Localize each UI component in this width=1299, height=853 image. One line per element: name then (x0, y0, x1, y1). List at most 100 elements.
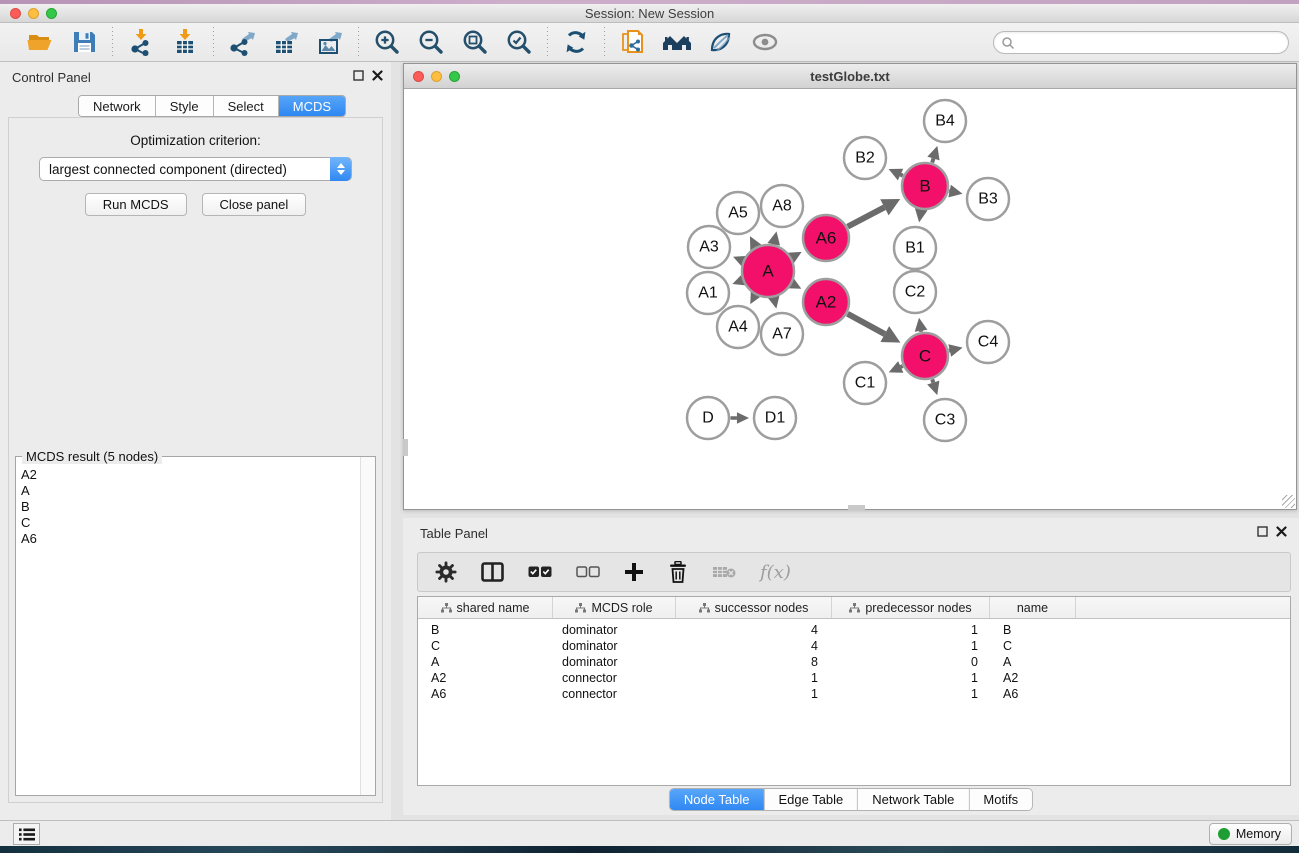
memory-button[interactable]: Memory (1209, 823, 1292, 845)
close-panel-icon[interactable] (1276, 526, 1287, 537)
tab-node-table[interactable]: Node Table (670, 789, 765, 810)
delete-icon[interactable] (668, 561, 688, 583)
tab-select[interactable]: Select (214, 96, 279, 116)
export-table-icon[interactable] (271, 27, 301, 57)
graph-edge-arrowhead (948, 344, 962, 356)
search-field[interactable] (993, 31, 1289, 54)
table-tabs: Node Table Edge Table Network Table Moti… (669, 788, 1033, 811)
select-all-icon[interactable] (528, 566, 552, 578)
graph-node-label-D: D (702, 410, 714, 427)
run-mcds-button[interactable]: Run MCDS (85, 193, 187, 216)
resize-grip[interactable] (1282, 495, 1295, 508)
graph-edge-C-C1[interactable] (901, 366, 903, 367)
table-panel-title: Table Panel (420, 526, 488, 541)
home-icon[interactable] (662, 27, 692, 57)
graph-edge-arrowhead (737, 412, 749, 423)
save-icon[interactable] (69, 27, 99, 57)
close-panel-button[interactable]: Close panel (202, 193, 307, 216)
table-row[interactable]: C dominator 4 1 C (418, 638, 1290, 654)
show-log-button[interactable] (13, 823, 40, 845)
hide-panel-icon[interactable] (706, 27, 736, 57)
mcds-panel: Optimization criterion: largest connecte… (8, 117, 383, 803)
table-row[interactable]: B dominator 4 1 B (418, 622, 1290, 638)
graph-edge-B-B4[interactable] (932, 158, 933, 162)
graph-node-label-B1: B1 (905, 240, 925, 257)
import-table-icon[interactable] (170, 27, 200, 57)
show-panel-icon[interactable] (750, 27, 780, 57)
table-panel: Table Panel (403, 518, 1299, 815)
node-table: shared name MCDS role successor nodes (417, 596, 1291, 786)
graph-edge-B-B2[interactable] (901, 175, 903, 176)
refresh-icon[interactable] (561, 27, 591, 57)
control-panel-title: Control Panel (12, 70, 91, 85)
zoom-out-icon[interactable] (416, 27, 446, 57)
graph-node-label-A4: A4 (728, 319, 748, 336)
delete-table-icon[interactable] (712, 565, 736, 579)
tab-mcds[interactable]: MCDS (279, 96, 345, 116)
graph-node-label-A: A (762, 262, 774, 281)
list-item[interactable]: C (21, 515, 360, 531)
export-network-icon[interactable] (227, 27, 257, 57)
search-input[interactable] (1015, 34, 1288, 52)
tab-edge-table[interactable]: Edge Table (764, 789, 858, 810)
tab-network[interactable]: Network (79, 96, 156, 116)
list-item[interactable]: A6 (21, 531, 360, 547)
graph-node-label-B3: B3 (978, 191, 998, 208)
tree-icon (575, 603, 586, 613)
memory-status-icon (1218, 828, 1230, 840)
graph-edge-A6-B[interactable] (848, 207, 885, 226)
network-graph[interactable]: AA1A3A4A5A7A8A6A2BB1B2B3B4CC1C2C3C4DD1 (404, 89, 1296, 509)
table-row[interactable]: A6 connector 1 1 A6 (418, 686, 1290, 702)
table-toolbar: f(x) (417, 552, 1291, 592)
zoom-fit-icon[interactable] (460, 27, 490, 57)
dropdown-stepper-icon (330, 157, 351, 181)
add-column-icon[interactable] (624, 562, 644, 582)
unselect-all-icon[interactable] (576, 566, 600, 578)
close-panel-icon[interactable] (372, 70, 383, 81)
graph-node-label-C4: C4 (978, 334, 999, 351)
graph-node-label-D1: D1 (765, 410, 786, 427)
scrollbar[interactable] (848, 505, 865, 510)
open-folder-icon[interactable] (25, 27, 55, 57)
list-item[interactable]: A2 (21, 467, 360, 483)
graph-node-label-C1: C1 (855, 375, 876, 392)
network-canvas[interactable]: AA1A3A4A5A7A8A6A2BB1B2B3B4CC1C2C3C4DD1 (404, 89, 1296, 509)
column-header-name[interactable]: name (990, 597, 1076, 618)
tree-icon (441, 603, 452, 613)
table-row[interactable]: A2 connector 1 1 A2 (418, 670, 1290, 686)
column-header-successor-nodes[interactable]: successor nodes (676, 597, 832, 618)
tab-motifs[interactable]: Motifs (969, 789, 1032, 810)
graph-node-label-A1: A1 (698, 285, 718, 302)
open-session-icon[interactable] (618, 27, 648, 57)
graph-edge-A2-C[interactable] (848, 314, 885, 334)
tab-network-table[interactable]: Network Table (858, 789, 969, 810)
table-header-row: shared name MCDS role successor nodes (418, 597, 1290, 619)
mcds-result-box: MCDS result (5 nodes) A2 A B C A6 (15, 456, 376, 796)
zoom-selected-icon[interactable] (504, 27, 534, 57)
scrollbar[interactable] (403, 439, 408, 456)
float-panel-icon[interactable] (353, 70, 364, 81)
network-window-title: testGlobe.txt (404, 69, 1296, 84)
gear-icon[interactable] (435, 561, 457, 583)
scrollbar[interactable] (360, 457, 375, 795)
tab-style[interactable]: Style (156, 96, 214, 116)
criterion-dropdown[interactable]: largest connected component (directed) (39, 157, 352, 181)
graph-edge-C-C3[interactable] (932, 379, 933, 382)
zoom-in-icon[interactable] (372, 27, 402, 57)
list-item[interactable]: B (21, 499, 360, 515)
app-titlebar: Session: New Session (0, 4, 1299, 23)
column-header-mcds-role[interactable]: MCDS role (553, 597, 676, 618)
column-header-shared-name[interactable]: shared name (418, 597, 553, 618)
network-window-titlebar[interactable]: testGlobe.txt (404, 64, 1296, 89)
export-image-icon[interactable] (315, 27, 345, 57)
table-row[interactable]: A dominator 8 0 A (418, 654, 1290, 670)
app-title: Session: New Session (0, 6, 1299, 21)
graph-edge-arrowhead (767, 231, 780, 245)
function-builder-icon[interactable]: f(x) (760, 562, 791, 583)
float-panel-icon[interactable] (1257, 526, 1268, 537)
columns-icon[interactable] (481, 562, 504, 582)
criterion-value: largest connected component (directed) (49, 162, 287, 177)
import-network-icon[interactable] (126, 27, 156, 57)
column-header-predecessor-nodes[interactable]: predecessor nodes (832, 597, 990, 618)
list-item[interactable]: A (21, 483, 360, 499)
